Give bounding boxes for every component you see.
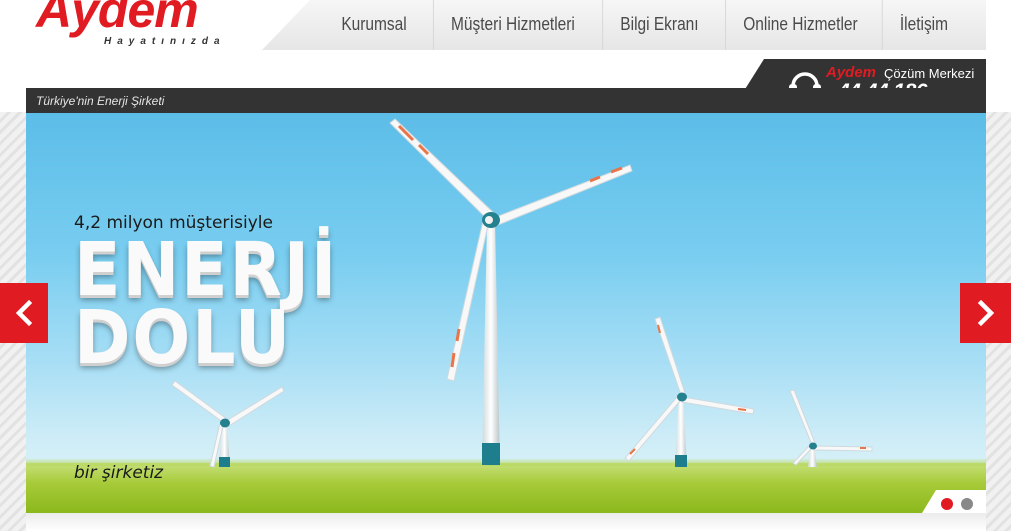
slider-prev-button[interactable]: [0, 283, 48, 343]
chevron-left-icon: [15, 299, 33, 327]
nav-item-online-hizmetler[interactable]: Online Hizmetler: [725, 0, 875, 50]
nav-item-bilgi-ekrani[interactable]: Bilgi Ekranı: [602, 0, 716, 50]
chevron-right-icon: [977, 299, 994, 327]
company-tagline: Türkiye'nin Enerji Şirketi: [36, 94, 165, 108]
call-center-brand: Aydem: [826, 64, 877, 81]
turbine-small-right: [789, 389, 873, 467]
logo-tagline: Hayatınızda: [104, 36, 226, 47]
turbine-small-left: [171, 380, 285, 468]
nav-item-kurumsal[interactable]: Kurumsal: [324, 0, 424, 50]
call-center-label: Çözüm Merkezi: [884, 66, 975, 81]
slider-dot-2[interactable]: [960, 497, 974, 511]
nav-item-musteri-hizmetleri[interactable]: Müşteri Hizmetleri: [432, 0, 592, 50]
nav-item-iletisim[interactable]: İletişim: [881, 0, 965, 50]
slider-pagination: [940, 497, 974, 511]
subheader-bar: [26, 88, 986, 113]
headline-bottom: bir şirketiz: [74, 463, 164, 483]
turbine-large: [389, 118, 633, 465]
nav-items: Kurumsal Müşteri Hizmetleri Bilgi Ekranı…: [322, 0, 966, 50]
slider-shadow: [26, 513, 986, 531]
headline-line-2: DOLU: [74, 295, 292, 381]
slider-next-button[interactable]: [960, 283, 1011, 343]
turbine-medium: [624, 316, 755, 467]
slider-dot-1[interactable]: [940, 497, 954, 511]
hero-slider: 4,2 milyon müşterisiyle ENERJİ DOLU bir …: [26, 113, 986, 513]
main-nav: Kurumsal Müşteri Hizmetleri Bilgi Ekranı…: [262, 0, 986, 50]
logo[interactable]: Aydem Hayatınızda: [32, 0, 252, 50]
logo-wordmark: Aydem: [36, 0, 199, 38]
